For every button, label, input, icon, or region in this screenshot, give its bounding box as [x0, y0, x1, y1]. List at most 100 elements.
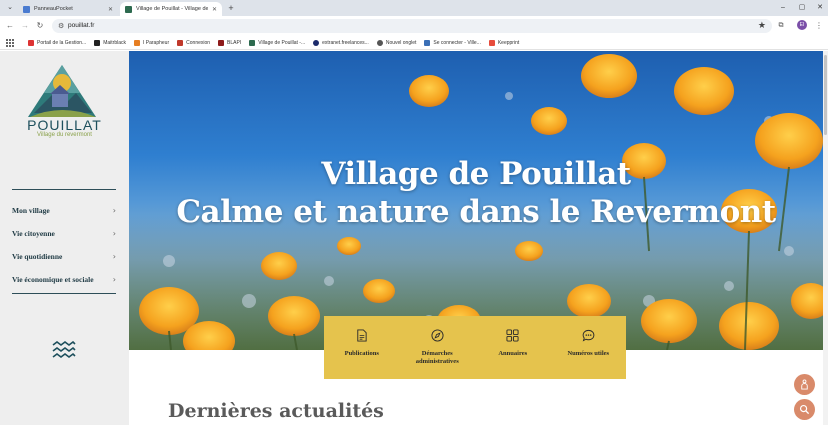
menu-item-label: Vie citoyenne — [12, 229, 55, 238]
bookmark-label: Connexion — [186, 39, 211, 46]
menu-item-label: Mon village — [12, 206, 50, 215]
bookmarks-bar: Portail de la Gestion... Maitrblack I Pa… — [0, 36, 828, 50]
menu-divider — [12, 293, 116, 294]
bookmark-label: extranet.freelances... — [322, 39, 369, 46]
back-icon[interactable]: ← — [4, 20, 16, 32]
quicklink-demarches[interactable]: Démarches administratives — [400, 316, 476, 379]
scrollbar-thumb[interactable] — [824, 55, 827, 135]
url-text: pouillat.fr — [68, 22, 95, 29]
menu-divider — [12, 189, 116, 190]
accessibility-button[interactable] — [794, 374, 815, 395]
bookmark-item[interactable]: I Parapheur — [134, 39, 170, 46]
bookmark-item[interactable]: Connexion — [177, 39, 211, 46]
close-tab-icon[interactable]: ✕ — [212, 6, 217, 13]
menu-item-vie-economique[interactable]: Vie économique et sociale › — [12, 268, 118, 291]
bookmark-favicon-icon — [424, 39, 431, 46]
bookmark-favicon-icon — [134, 39, 140, 46]
menu-item-mon-village[interactable]: Mon village › — [12, 199, 118, 222]
quicklink-label: Démarches administratives — [415, 350, 459, 365]
quicklink-label: Numéros utiles — [567, 350, 610, 357]
site-info-icon[interactable]: ⚙ — [58, 22, 64, 30]
bookmark-label: BLAPI — [227, 39, 242, 46]
bookmark-item[interactable]: Portail de la Gestion... — [28, 39, 87, 46]
quicklink-label: Publications — [344, 350, 379, 357]
compass-icon — [431, 329, 444, 342]
tab-village-de-pouillat[interactable]: Village de Pouillat - Village de l ✕ — [120, 2, 222, 16]
close-tab-icon[interactable]: ✕ — [108, 6, 113, 13]
document-icon — [357, 329, 367, 342]
maximize-window-icon[interactable]: ▢ — [795, 2, 809, 14]
chat-icon — [582, 329, 595, 342]
bookmark-label: Portail de la Gestion... — [37, 39, 87, 46]
tab-search-chevron-icon[interactable]: ⌄ — [5, 3, 15, 13]
menu-item-vie-quotidienne[interactable]: Vie quotidienne › — [12, 245, 118, 268]
site-sidebar: POUILLAT Village du revermont Mon villag… — [0, 51, 129, 425]
bookmark-favicon-icon — [376, 39, 383, 46]
menu-item-label: Vie quotidienne — [12, 252, 63, 261]
waves-icon — [52, 341, 76, 358]
pouillat-favicon-icon — [125, 5, 132, 13]
site-tagline: Village du revermont — [37, 132, 92, 138]
bookmark-item[interactable]: extranet.freelances... — [313, 39, 369, 46]
page-scrollbar[interactable] — [823, 51, 828, 425]
quicklink-label: Annuaires — [498, 350, 528, 357]
chevron-right-icon: › — [112, 206, 116, 215]
grid-icon — [506, 329, 519, 342]
bookmark-item[interactable]: Village de Pouillat -... — [249, 39, 306, 46]
latest-news-heading: Dernières actualités — [168, 400, 384, 422]
bookmark-label: Village de Pouillat -... — [258, 39, 306, 46]
menu-item-label: Vie économique et sociale — [12, 275, 94, 284]
quicklink-numeros-utiles[interactable]: Numéros utiles — [551, 316, 627, 379]
bookmark-favicon-icon — [313, 39, 320, 46]
main-menu: Mon village › Vie citoyenne › Vie quotidie… — [12, 199, 118, 291]
pouillat-logo-icon[interactable] — [26, 63, 98, 119]
new-tab-button[interactable]: + — [226, 3, 236, 13]
bookmark-label: Maitrblack — [103, 39, 126, 46]
chevron-right-icon: › — [112, 229, 116, 238]
search-icon — [799, 404, 810, 415]
bookmark-item[interactable]: Keepprint — [488, 39, 520, 46]
bookmark-item[interactable]: Nouvel onglet — [376, 39, 417, 46]
bookmark-label: Keepprint — [497, 39, 520, 46]
bookmark-favicon-icon — [488, 39, 495, 46]
hero-title-line-1: Village de Pouillat — [321, 156, 631, 192]
apps-grid-icon[interactable] — [6, 38, 14, 47]
address-bar[interactable]: ⚙ pouillat.fr ★ — [52, 19, 772, 33]
browser-toolbar: ← → ↻ ⚙ pouillat.fr ★ ⧉ ⋮ — [0, 16, 828, 36]
panneaupocket-favicon-icon — [23, 5, 30, 13]
bookmark-item[interactable]: BLAPI — [218, 39, 242, 46]
chevron-right-icon: › — [112, 252, 116, 261]
bookmark-label: I Parapheur — [143, 39, 170, 46]
quicklink-annuaires[interactable]: Annuaires — [475, 316, 551, 379]
minimize-window-icon[interactable]: – — [776, 2, 790, 14]
bookmark-item[interactable]: Se connecter - Ville... — [424, 39, 481, 46]
tab-panneaupocket[interactable]: PanneauPocket ✕ — [18, 2, 118, 16]
quick-links-panel: Publications Démarches administratives A… — [324, 316, 626, 379]
browser-tab-strip: ⌄ PanneauPocket ✕ Village de Pouillat - … — [0, 0, 828, 16]
tab-title: Village de Pouillat - Village de l — [136, 6, 208, 12]
forward-icon[interactable]: → — [19, 20, 31, 32]
bookmark-favicon-icon — [177, 39, 184, 46]
bookmark-label: Se connecter - Ville... — [433, 39, 481, 46]
chevron-right-icon: › — [112, 275, 116, 284]
bookmark-favicon-icon — [94, 39, 101, 46]
bookmark-favicon-icon — [28, 39, 34, 46]
more-menu-icon[interactable]: ⋮ — [813, 20, 825, 32]
menu-item-vie-citoyenne[interactable]: Vie citoyenne › — [12, 222, 118, 245]
tab-title: PanneauPocket — [34, 6, 73, 12]
accessibility-icon — [801, 379, 808, 390]
bookmark-label: Nouvel onglet — [385, 39, 417, 46]
bookmark-star-icon[interactable]: ★ — [758, 20, 766, 31]
bookmark-favicon-icon — [218, 39, 225, 46]
bookmark-favicon-icon — [249, 39, 256, 46]
reload-icon[interactable]: ↻ — [34, 20, 46, 32]
close-window-icon[interactable]: ✕ — [813, 2, 827, 14]
profile-avatar[interactable]: EI — [797, 20, 807, 30]
site-brand: POUILLAT — [27, 117, 102, 133]
extensions-icon[interactable]: ⧉ — [775, 20, 787, 32]
bookmark-item[interactable]: Maitrblack — [94, 39, 126, 46]
hero-title-line-2: Calme et nature dans le Revermont — [176, 194, 776, 230]
quicklink-publications[interactable]: Publications — [324, 316, 400, 379]
search-button[interactable] — [794, 399, 815, 420]
hero-title: Village de Pouillat Calme et nature dans… — [129, 155, 823, 231]
